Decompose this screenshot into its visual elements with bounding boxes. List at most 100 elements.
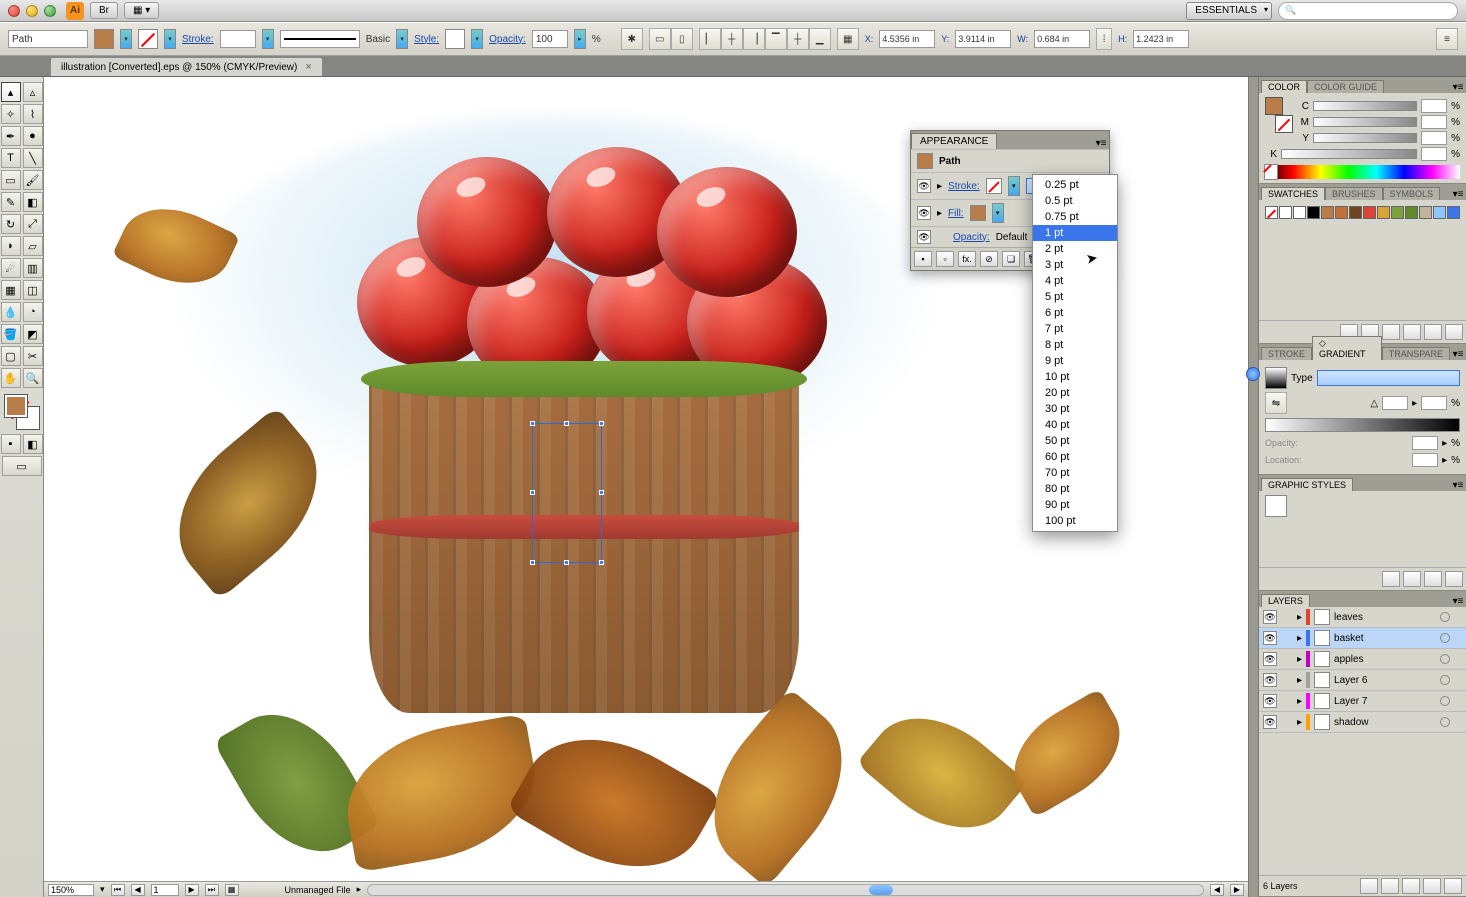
layer-name[interactable]: Layer 7	[1334, 696, 1436, 707]
status-menu-icon[interactable]: ▸	[357, 884, 362, 895]
layer-visibility-icon[interactable]: 👁	[1263, 694, 1277, 708]
selection-tool[interactable]: ▴	[1, 82, 21, 102]
align-bottom-icon[interactable]: ▁	[809, 28, 831, 50]
line-segment-tool[interactable]: ╲	[23, 148, 43, 168]
visibility-toggle-icon[interactable]: 👁	[917, 230, 931, 244]
opacity-dropdown[interactable]: ▸	[574, 29, 586, 49]
dock-collapse-rail[interactable]	[1248, 77, 1258, 897]
layer-row[interactable]: 👁▸leaves	[1259, 607, 1466, 628]
swatch[interactable]	[1349, 206, 1362, 219]
stroke-weight-dropdown[interactable]: ▾	[262, 29, 274, 49]
stroke-panel-tab[interactable]: STROKE	[1261, 347, 1312, 360]
align-left-icon[interactable]: ▏	[699, 28, 721, 50]
stroke-weight-option[interactable]: 10 pt	[1033, 369, 1117, 385]
swatches-panel-menu-icon[interactable]: ▾≡	[1450, 189, 1466, 200]
color-mode-button[interactable]: ▪	[1, 434, 21, 454]
zoom-input[interactable]: 150%	[48, 884, 94, 896]
appearance-panel-menu-icon[interactable]: ▾≡	[1093, 138, 1109, 149]
eraser-tool[interactable]: ◧	[23, 192, 43, 212]
gradient-opacity-input[interactable]	[1412, 436, 1438, 450]
paintbrush-tool[interactable]: 🖌	[23, 170, 43, 190]
layers-tab[interactable]: LAYERS	[1261, 594, 1310, 607]
layer-row[interactable]: 👁▸Layer 7	[1259, 691, 1466, 712]
pencil-tool[interactable]: ✎	[1, 192, 21, 212]
swatch[interactable]	[1363, 206, 1376, 219]
swatch[interactable]	[1447, 206, 1460, 219]
align-right-icon[interactable]: ▕	[743, 28, 765, 50]
layer-row[interactable]: 👁▸apples	[1259, 649, 1466, 670]
gradient-slider[interactable]	[1265, 418, 1460, 432]
swatch[interactable]	[1321, 206, 1334, 219]
h-input[interactable]: 1.2423 in	[1133, 30, 1189, 48]
first-artboard-button[interactable]: ⏮	[111, 884, 125, 896]
stroke-weight-option[interactable]: 3 pt	[1033, 257, 1117, 273]
close-window-button[interactable]	[8, 5, 20, 17]
gs-delete-icon[interactable]	[1445, 571, 1463, 587]
new-sublayer-icon[interactable]	[1402, 878, 1420, 894]
stroke-weight-option[interactable]: 7 pt	[1033, 321, 1117, 337]
registration-swatch[interactable]	[1279, 206, 1292, 219]
bridge-button[interactable]: Br	[90, 2, 118, 19]
stroke-weight-option[interactable]: 1 pt	[1033, 225, 1117, 241]
cyan-value-input[interactable]	[1421, 99, 1447, 113]
stroke-weight-option[interactable]: 100 pt	[1033, 513, 1117, 529]
appearance-fill-label[interactable]: Fill:	[948, 208, 964, 219]
stroke-weight-option[interactable]: 30 pt	[1033, 401, 1117, 417]
blob-brush-tool[interactable]: ●	[23, 126, 43, 146]
stroke-weight-option[interactable]: 80 pt	[1033, 481, 1117, 497]
gradient-mode-button[interactable]: ◧	[23, 434, 43, 454]
gradient-tab[interactable]: ◇ GRADIENT	[1312, 336, 1382, 360]
zoom-dropdown-icon[interactable]: ▾	[100, 884, 105, 895]
cyan-slider[interactable]	[1313, 101, 1417, 111]
layer-name[interactable]: leaves	[1334, 612, 1436, 623]
color-panel-menu-icon[interactable]: ▾≡	[1450, 82, 1466, 93]
stroke-weight-option[interactable]: 4 pt	[1033, 273, 1117, 289]
transform-reference-icon[interactable]: ▦	[837, 28, 859, 50]
stroke-weight-menu[interactable]: 0.25 pt0.5 pt0.75 pt1 pt2 pt3 pt4 pt5 pt…	[1032, 174, 1118, 532]
fill-stroke-indicator[interactable]	[5, 395, 39, 429]
fill-indicator[interactable]	[5, 395, 27, 417]
brush-definition[interactable]	[280, 30, 360, 48]
warp-tool[interactable]: ◗	[1, 236, 21, 256]
locate-object-icon[interactable]	[1360, 878, 1378, 894]
layer-target-icon[interactable]	[1440, 633, 1450, 643]
yellow-value-input[interactable]	[1421, 131, 1447, 145]
artboard-nav-button[interactable]: ▦	[225, 884, 239, 896]
none-swatch[interactable]	[1265, 206, 1278, 219]
make-clipping-mask-icon[interactable]	[1381, 878, 1399, 894]
stroke-weight-option[interactable]: 9 pt	[1033, 353, 1117, 369]
arrange-documents-button[interactable]: ▦ ▾	[124, 2, 159, 19]
stroke-weight-option[interactable]: 6 pt	[1033, 305, 1117, 321]
gs-new-icon[interactable]	[1424, 571, 1442, 587]
layer-visibility-icon[interactable]: 👁	[1263, 673, 1277, 687]
symbol-sprayer-tool[interactable]: ☄	[1, 258, 21, 278]
none-color-button[interactable]	[1264, 164, 1278, 180]
layer-row[interactable]: 👁▸Layer 6	[1259, 670, 1466, 691]
dock-resize-handle[interactable]	[1246, 367, 1260, 381]
direct-selection-tool[interactable]: ▵	[23, 82, 43, 102]
swatch[interactable]	[1405, 206, 1418, 219]
layer-target-icon[interactable]	[1440, 654, 1450, 664]
layer-row[interactable]: 👁▸shadow	[1259, 712, 1466, 733]
layer-name[interactable]: Layer 6	[1334, 675, 1436, 686]
new-swatch-icon[interactable]	[1424, 324, 1442, 340]
stroke-weight-option[interactable]: 40 pt	[1033, 417, 1117, 433]
stroke-weight-option[interactable]: 0.75 pt	[1033, 209, 1117, 225]
constrain-proportions-icon[interactable]: ⁞	[1096, 28, 1112, 50]
swatches-tab[interactable]: SWATCHES	[1261, 187, 1325, 200]
style-dropdown[interactable]: ▾	[471, 29, 483, 49]
blend-tool[interactable]: ◔	[23, 302, 43, 322]
appearance-stroke-label[interactable]: Stroke:	[948, 181, 980, 192]
stroke-weight-option[interactable]: 70 pt	[1033, 465, 1117, 481]
appearance-stroke-swatch[interactable]	[986, 178, 1002, 194]
color-tab[interactable]: COLOR	[1261, 80, 1307, 93]
swatch[interactable]	[1419, 206, 1432, 219]
stroke-weight-input[interactable]	[220, 30, 256, 48]
delete-layer-icon[interactable]	[1444, 878, 1462, 894]
w-input[interactable]: 0.684 in	[1034, 30, 1090, 48]
layer-visibility-icon[interactable]: 👁	[1263, 610, 1277, 624]
black-value-input[interactable]	[1421, 147, 1447, 161]
swatch[interactable]	[1377, 206, 1390, 219]
gradient-angle-input[interactable]	[1382, 396, 1408, 410]
clear-appearance-icon[interactable]: ⊘	[980, 251, 998, 267]
